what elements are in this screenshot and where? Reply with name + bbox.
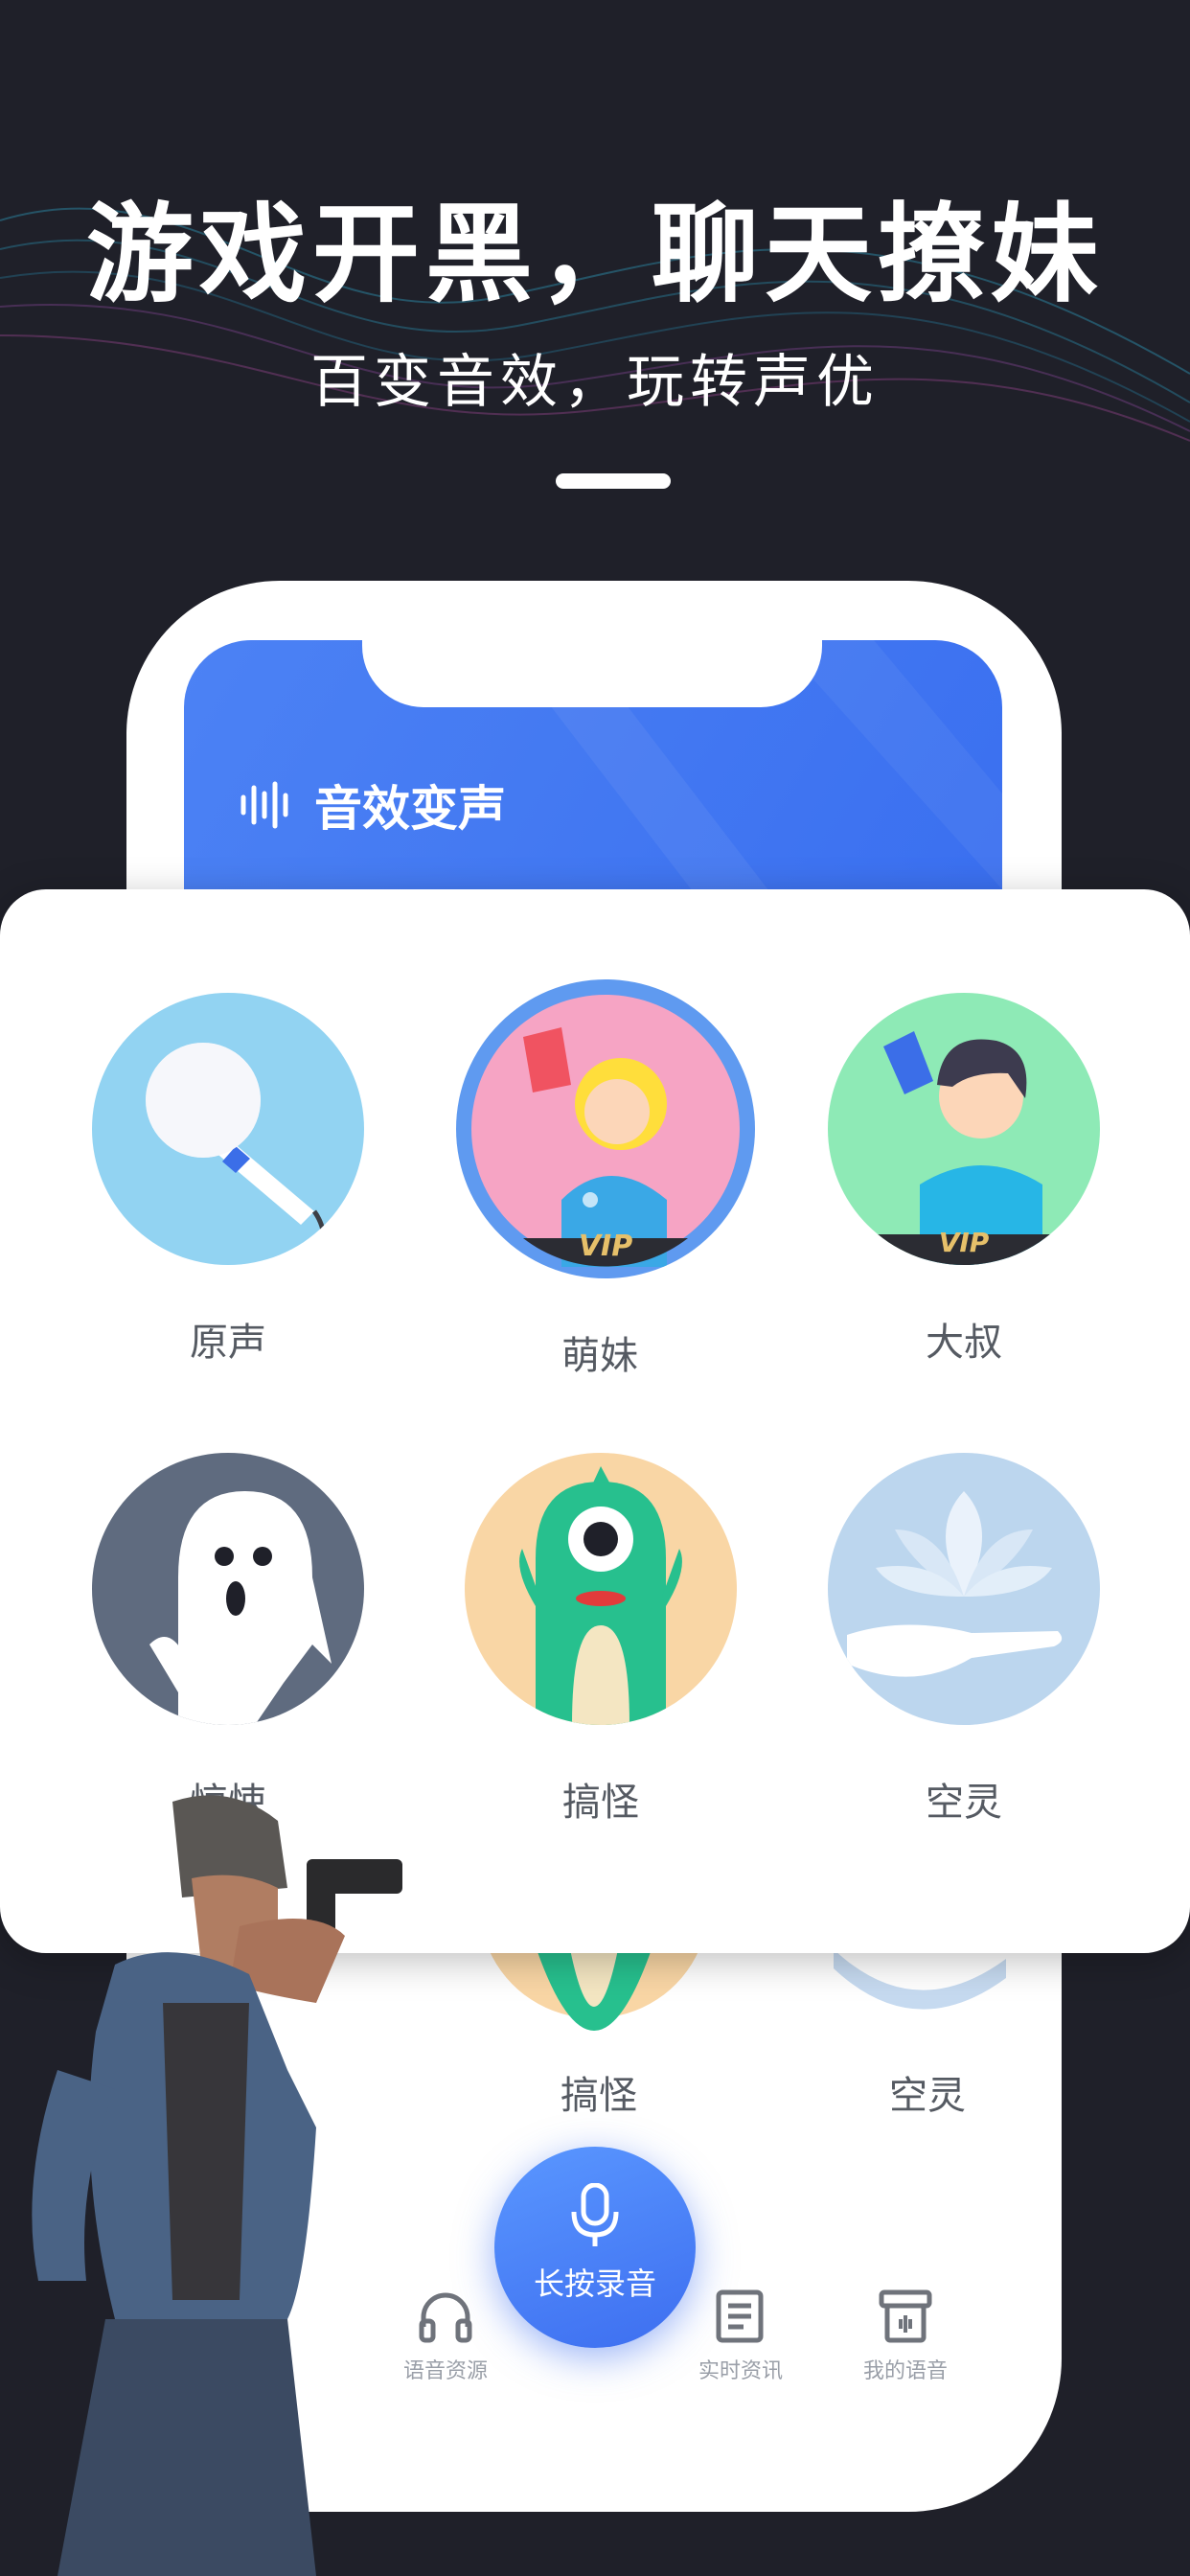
effect-label-under-1: 搞怪 (561, 2074, 637, 2118)
news-icon (716, 2289, 764, 2343)
monster-icon (465, 1453, 737, 1725)
lotus-icon (828, 1453, 1100, 1725)
girl-selfie-icon: VIP (456, 979, 755, 1278)
effect-cute-girl[interactable]: VIP 萌妹 (456, 979, 755, 1380)
sound-wave-icon (240, 781, 288, 829)
effect-label: 原声 (190, 1321, 266, 1365)
boy-selfie-icon: VIP (828, 993, 1100, 1265)
tab-realtime-news[interactable]: 实时资讯 (664, 2287, 817, 2384)
lotus-icon-partial (834, 1949, 1006, 2010)
effect-funny[interactable]: 搞怪 (457, 1453, 744, 1827)
effect-horror[interactable]: 惊悚 (84, 1453, 372, 1827)
effect-uncle[interactable]: VIP 大叔 (820, 993, 1108, 1367)
tab-my-voice[interactable]: 我的语音 (829, 2287, 982, 2384)
effect-label: 萌妹 (561, 1334, 638, 1378)
vip-badge: VIP (939, 1227, 990, 1258)
soldier-character-illustration (32, 1795, 402, 2576)
voice-box-icon (879, 2289, 932, 2343)
microphone-icon (92, 993, 364, 1265)
mic-icon (571, 2182, 619, 2246)
effect-label: 空灵 (926, 1781, 1002, 1825)
effect-label-under-2: 空灵 (889, 2074, 966, 2118)
tab-label: 实时资讯 (698, 2359, 783, 2383)
effect-ethereal[interactable]: 空灵 (820, 1453, 1108, 1827)
effect-original[interactable]: 原声 (84, 993, 372, 1367)
ghost-icon (92, 1453, 364, 1725)
app-title-bar: 音效变声 (238, 767, 506, 843)
hero-divider (556, 473, 671, 489)
hero-subline: 百变音效，玩转声优 (310, 349, 880, 416)
tab-label: 我的语音 (862, 2359, 948, 2383)
hero-headline: 游戏开黑，聊天撩妹 (86, 193, 1104, 317)
vip-badge: VIP (579, 1230, 632, 1263)
phone-notch (362, 640, 822, 707)
headphones-icon (419, 2292, 472, 2343)
monster-icon-partial (489, 1949, 699, 2031)
effect-label: 搞怪 (562, 1781, 639, 1825)
effect-label: 大叔 (926, 1321, 1002, 1365)
app-title: 音效变声 (314, 781, 506, 837)
